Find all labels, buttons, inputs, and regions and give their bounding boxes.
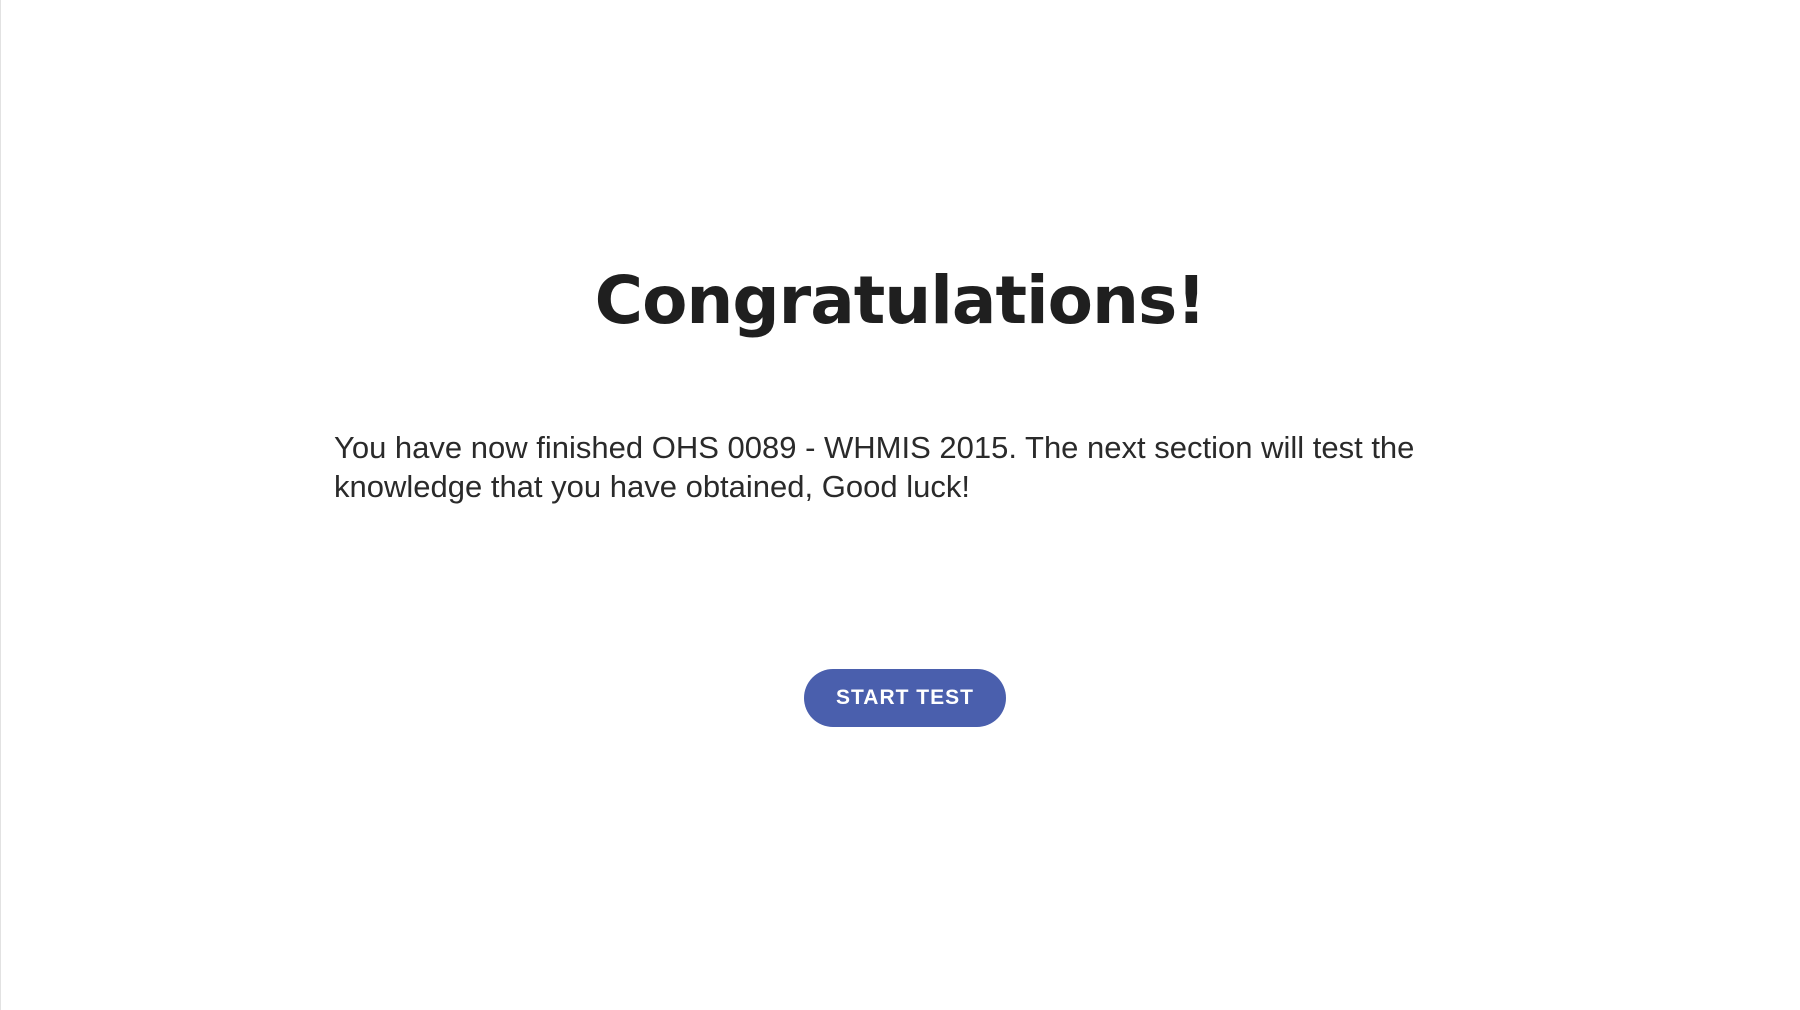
completion-message: You have now finished OHS 0089 - WHMIS 2… <box>334 430 1415 504</box>
completion-screen: Congratulations! You have now finished O… <box>0 0 1800 1010</box>
congratulations-heading: Congratulations! <box>594 262 1207 339</box>
start-test-button[interactable]: START TEST <box>804 669 1006 727</box>
